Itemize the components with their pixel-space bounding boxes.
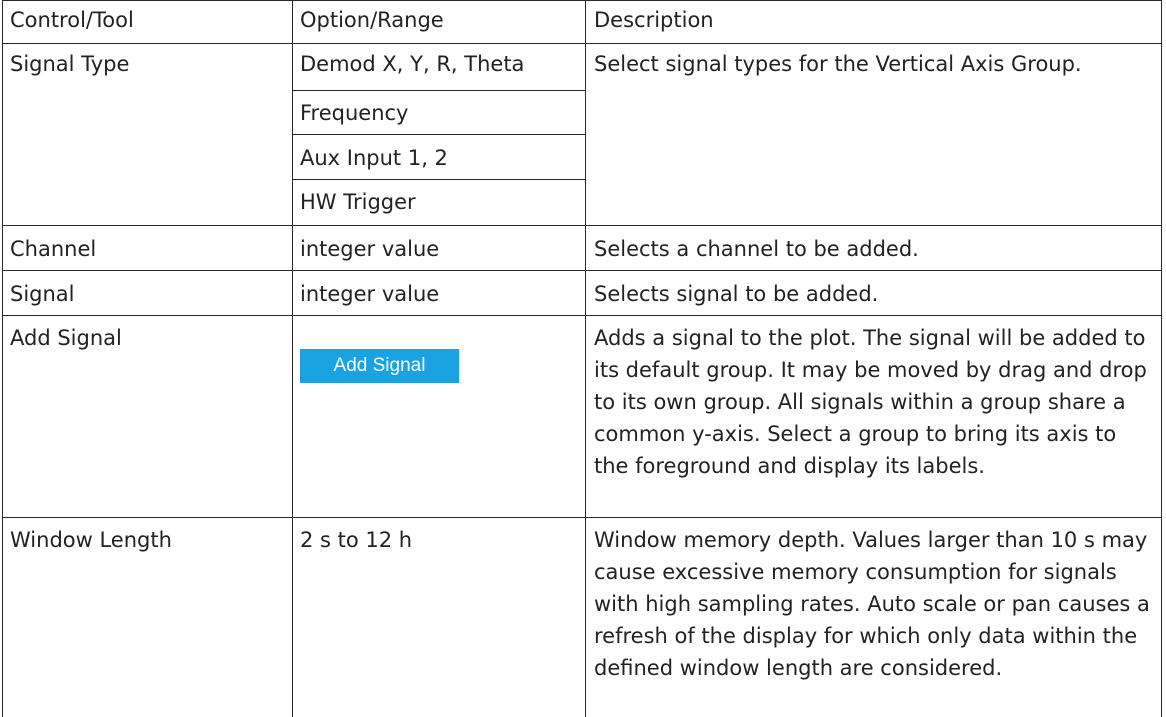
table-left-border <box>2 0 3 717</box>
signal-type-option-hw-trigger[interactable]: HW Trigger <box>292 182 586 222</box>
row-channel-option: integer value <box>300 237 440 261</box>
add-signal-button[interactable]: Add Signal <box>300 349 459 383</box>
column-divider-2 <box>585 0 586 717</box>
header-description: Description <box>594 8 714 32</box>
row-channel-description: Selects a channel to be added. <box>594 237 919 261</box>
row-window-length-description: Window memory depth. Values larger than … <box>594 528 1150 680</box>
row-signal-description: Selects signal to be added. <box>594 282 879 306</box>
row-add-signal-control: Add Signal <box>10 326 122 350</box>
signal-type-option-demod[interactable]: Demod X, Y, R, Theta <box>292 44 586 84</box>
option-divider-2 <box>292 134 585 135</box>
row-divider-channel <box>2 270 1162 271</box>
row-window-length-option: 2 s to 12 h <box>300 528 413 552</box>
signal-type-option-aux-input[interactable]: Aux Input 1, 2 <box>292 138 586 178</box>
options-table: Control/Tool Option/Range Description Si… <box>2 0 1162 717</box>
row-signal-type-control: Signal Type <box>10 52 130 76</box>
table-right-border <box>1161 0 1162 717</box>
column-divider-1 <box>292 0 293 717</box>
header-divider <box>2 43 1162 44</box>
row-divider-signal-type <box>2 225 1162 226</box>
option-divider-1 <box>292 90 585 91</box>
row-signal-type-description: Select signal types for the Vertical Axi… <box>594 52 1082 76</box>
row-divider-add-signal <box>2 517 1162 518</box>
row-signal-option: integer value <box>300 282 440 306</box>
option-divider-3 <box>292 179 585 180</box>
row-signal-control: Signal <box>10 282 75 306</box>
row-window-length-control: Window Length <box>10 528 172 552</box>
header-option-range: Option/Range <box>300 8 444 32</box>
header-control-tool: Control/Tool <box>10 8 134 32</box>
row-channel-control: Channel <box>10 237 97 261</box>
table-top-border <box>2 0 1162 1</box>
row-add-signal-description: Adds a signal to the plot. The signal wi… <box>594 326 1147 478</box>
row-divider-signal <box>2 315 1162 316</box>
signal-type-option-frequency[interactable]: Frequency <box>292 93 586 133</box>
